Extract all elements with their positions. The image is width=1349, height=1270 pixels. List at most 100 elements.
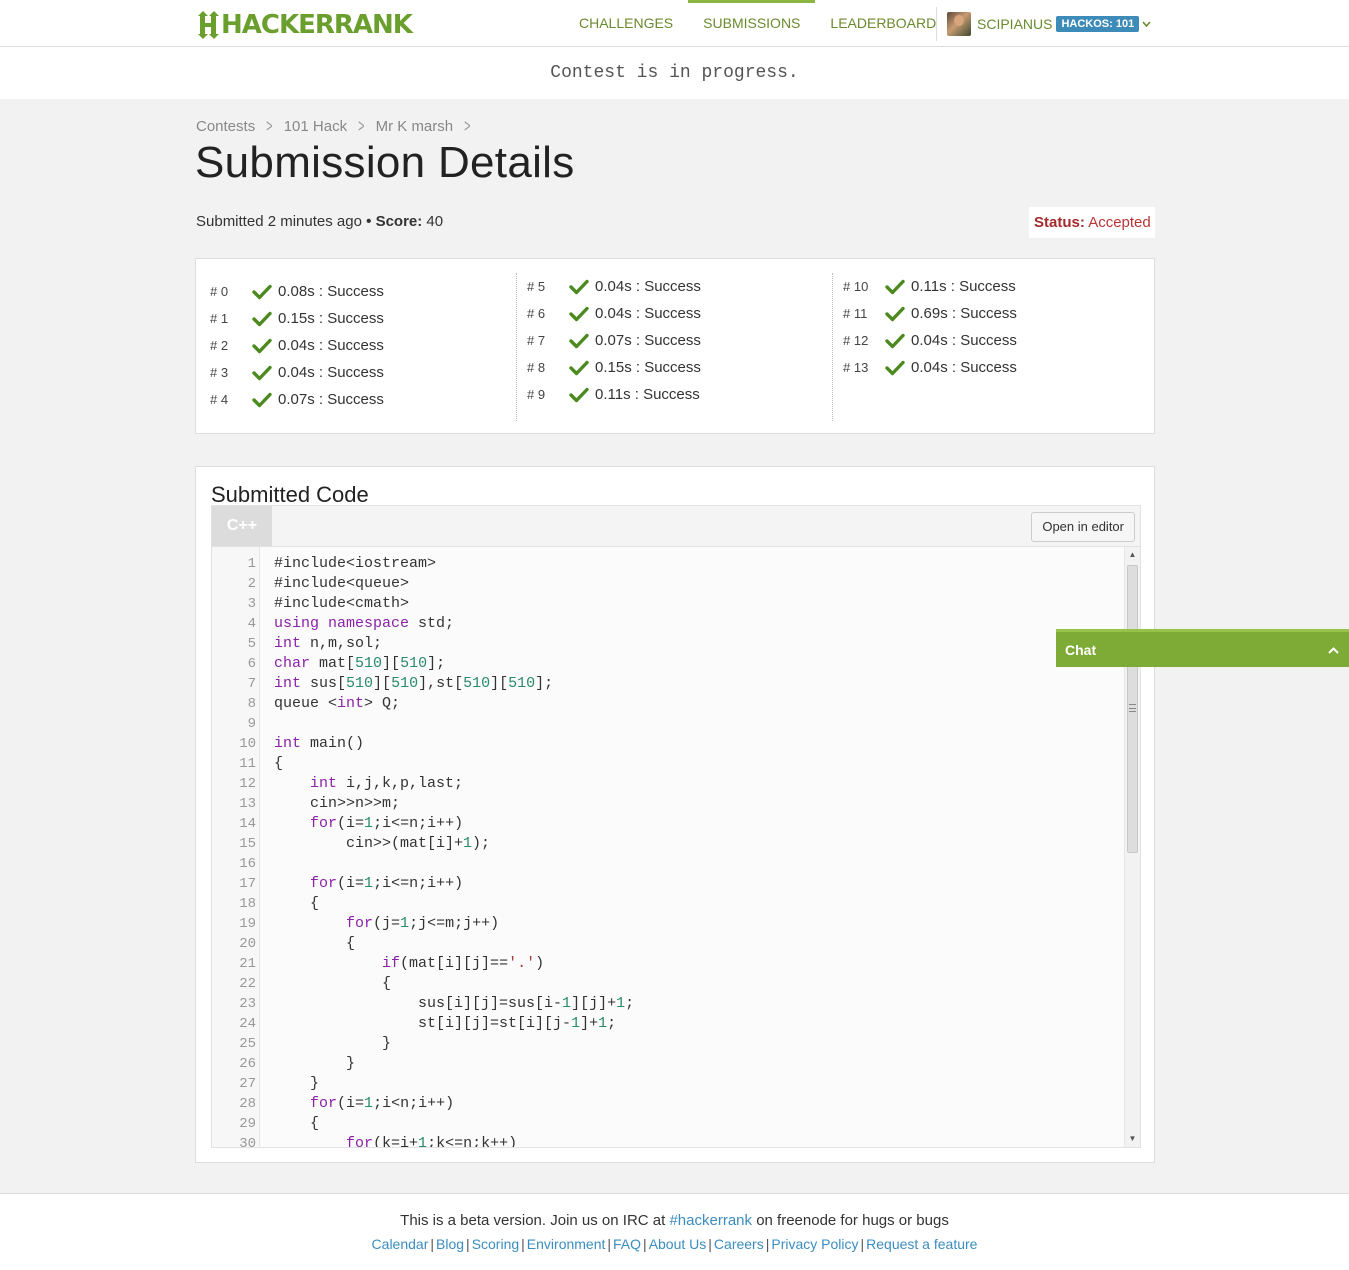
checkmark-icon bbox=[252, 391, 278, 409]
status-label: Status: bbox=[1034, 214, 1085, 231]
scroll-up-icon[interactable]: ▲ bbox=[1125, 547, 1140, 563]
test-case-row: # 6 0.04s : Success bbox=[527, 300, 701, 327]
line-number: 8 bbox=[247, 696, 256, 712]
code-text: int main() bbox=[274, 735, 365, 752]
code-text: cin>>(mat[i]+1); bbox=[274, 835, 491, 852]
code-text: } bbox=[274, 1035, 392, 1052]
checkmark-icon bbox=[252, 364, 278, 382]
footer-link-request-a-feature[interactable]: Request a feature bbox=[866, 1236, 977, 1252]
test-case-result: 0.08s : Success bbox=[278, 283, 384, 300]
line-number: 12 bbox=[239, 776, 256, 792]
checkmark-icon bbox=[885, 278, 911, 296]
code-text: { bbox=[274, 895, 320, 912]
footer-link-environment[interactable]: Environment bbox=[527, 1236, 606, 1252]
code-line: 23 sus[i][j]=sus[i-1][j]+1; bbox=[212, 994, 1140, 1014]
logo-h-icon bbox=[196, 6, 220, 44]
line-number: 26 bbox=[239, 1056, 256, 1072]
breadcrumb-contest[interactable]: 101 Hack bbox=[284, 118, 347, 135]
footer-link-scoring[interactable]: Scoring bbox=[472, 1236, 519, 1252]
line-number: 5 bbox=[247, 636, 256, 652]
hackerrank-logo[interactable]: HACKERRANK bbox=[196, 6, 413, 44]
footer-link-about-us[interactable]: About Us bbox=[649, 1236, 707, 1252]
open-in-editor-button[interactable]: Open in editor bbox=[1031, 512, 1135, 542]
test-case-id: # 8 bbox=[527, 360, 546, 375]
test-case-id: # 13 bbox=[843, 360, 869, 375]
chevron-right-icon: > bbox=[266, 116, 273, 136]
line-number: 14 bbox=[239, 816, 256, 832]
nav-challenges[interactable]: CHALLENGES bbox=[564, 0, 688, 47]
contest-banner: Contest is in progress. bbox=[0, 47, 1349, 99]
language-tab[interactable]: C++ bbox=[212, 506, 272, 546]
code-line: 25 } bbox=[212, 1034, 1140, 1054]
code-text: #include<iostream> bbox=[274, 555, 437, 572]
status-value: Accepted bbox=[1088, 214, 1151, 231]
code-text: if(mat[i][j]=='.') bbox=[382, 955, 545, 972]
line-number: 21 bbox=[239, 956, 256, 972]
line-number: 27 bbox=[239, 1076, 256, 1092]
code-line: 1 #include<iostream> bbox=[212, 554, 1140, 574]
checkmark-icon bbox=[252, 310, 278, 328]
footer-link-privacy-policy[interactable]: Privacy Policy bbox=[771, 1236, 858, 1252]
test-column: # 5 0.04s : Success # 6 0.04s : Success # 7 0… bbox=[516, 273, 701, 421]
user-menu[interactable]: SCIPIANUS HACKOS: 101 bbox=[947, 11, 1151, 37]
chevron-right-icon: > bbox=[464, 116, 471, 136]
line-number: 6 bbox=[247, 656, 256, 672]
breadcrumb: Contests > 101 Hack > Mr K marsh > bbox=[196, 116, 482, 137]
line-number: 24 bbox=[239, 1016, 256, 1032]
scroll-down-icon[interactable]: ▼ bbox=[1125, 1131, 1140, 1147]
code-line: 26 } bbox=[212, 1054, 1140, 1074]
code-line: 21 if(mat[i][j]=='.') bbox=[212, 954, 1140, 974]
test-case-result: 0.15s : Success bbox=[278, 310, 384, 327]
code-line: 13 cin>>n>>m; bbox=[212, 794, 1140, 814]
footer-link-careers[interactable]: Careers bbox=[714, 1236, 764, 1252]
test-case-id: # 2 bbox=[210, 338, 229, 353]
chevron-up-icon[interactable] bbox=[1328, 632, 1339, 668]
code-text: for(k=i+1;k<=n;k++) bbox=[346, 1135, 518, 1148]
footer-link-faq[interactable]: FAQ bbox=[613, 1236, 641, 1252]
nav-submissions[interactable]: SUBMISSIONS bbox=[688, 0, 816, 47]
code-text: #include<queue> bbox=[274, 575, 410, 592]
grip-icon bbox=[1129, 704, 1136, 712]
test-case-row: # 9 0.11s : Success bbox=[527, 381, 701, 408]
meta-separator: • bbox=[366, 213, 372, 230]
test-case-result: 0.07s : Success bbox=[278, 391, 384, 408]
editor-header: C++ Open in editor bbox=[211, 505, 1141, 546]
code-text: char mat[510][510]; bbox=[274, 655, 446, 672]
code-line: 15 cin>>(mat[i]+1); bbox=[212, 834, 1140, 854]
footer-link-calendar[interactable]: Calendar bbox=[372, 1236, 429, 1252]
test-case-result: 0.04s : Success bbox=[595, 305, 701, 322]
chat-label: Chat bbox=[1065, 642, 1097, 658]
test-case-row: # 2 0.04s : Success bbox=[210, 332, 384, 359]
test-case-id: # 10 bbox=[843, 279, 869, 294]
scrollbar-thumb[interactable] bbox=[1127, 565, 1138, 853]
checkmark-icon bbox=[252, 337, 278, 355]
score-value: 40 bbox=[426, 213, 444, 230]
test-case-id: # 9 bbox=[527, 387, 546, 402]
nav-divider bbox=[936, 7, 937, 41]
breadcrumb-contests[interactable]: Contests bbox=[196, 118, 255, 135]
code-text: #include<cmath> bbox=[274, 595, 410, 612]
code-line: 12 int i,j,k,p,last; bbox=[212, 774, 1140, 794]
footer-link-blog[interactable]: Blog bbox=[436, 1236, 464, 1252]
code-line: 17 for(i=1;i<=n;i++) bbox=[212, 874, 1140, 894]
code-line: 24 st[i][j]=st[i][j-1]+1; bbox=[212, 1014, 1140, 1034]
checkmark-icon bbox=[569, 332, 595, 350]
code-text: } bbox=[274, 1055, 356, 1072]
test-case-result: 0.11s : Success bbox=[595, 386, 700, 403]
breadcrumb-challenge[interactable]: Mr K marsh bbox=[376, 118, 454, 135]
chat-widget[interactable]: Chat bbox=[1056, 629, 1349, 667]
code-lines: 1 #include<iostream> 2 #include<queue> 3 #inc… bbox=[212, 554, 1140, 1148]
footer-separator: | bbox=[860, 1236, 865, 1252]
test-case-result: 0.11s : Success bbox=[911, 278, 1016, 295]
test-case-result: 0.07s : Success bbox=[595, 332, 701, 349]
irc-channel-link[interactable]: #hackerrank bbox=[669, 1212, 752, 1229]
line-number: 17 bbox=[239, 876, 256, 892]
code-line: 29 { bbox=[212, 1114, 1140, 1134]
nav-leaderboard[interactable]: LEADERBOARD bbox=[815, 0, 951, 47]
code-line: 4 using namespace std; bbox=[212, 614, 1140, 634]
test-case-id: # 1 bbox=[210, 311, 229, 326]
score-label: Score: bbox=[375, 213, 423, 230]
code-viewer[interactable]: 1 #include<iostream> 2 #include<queue> 3 #inc… bbox=[211, 546, 1141, 1148]
checkmark-icon bbox=[885, 332, 911, 350]
